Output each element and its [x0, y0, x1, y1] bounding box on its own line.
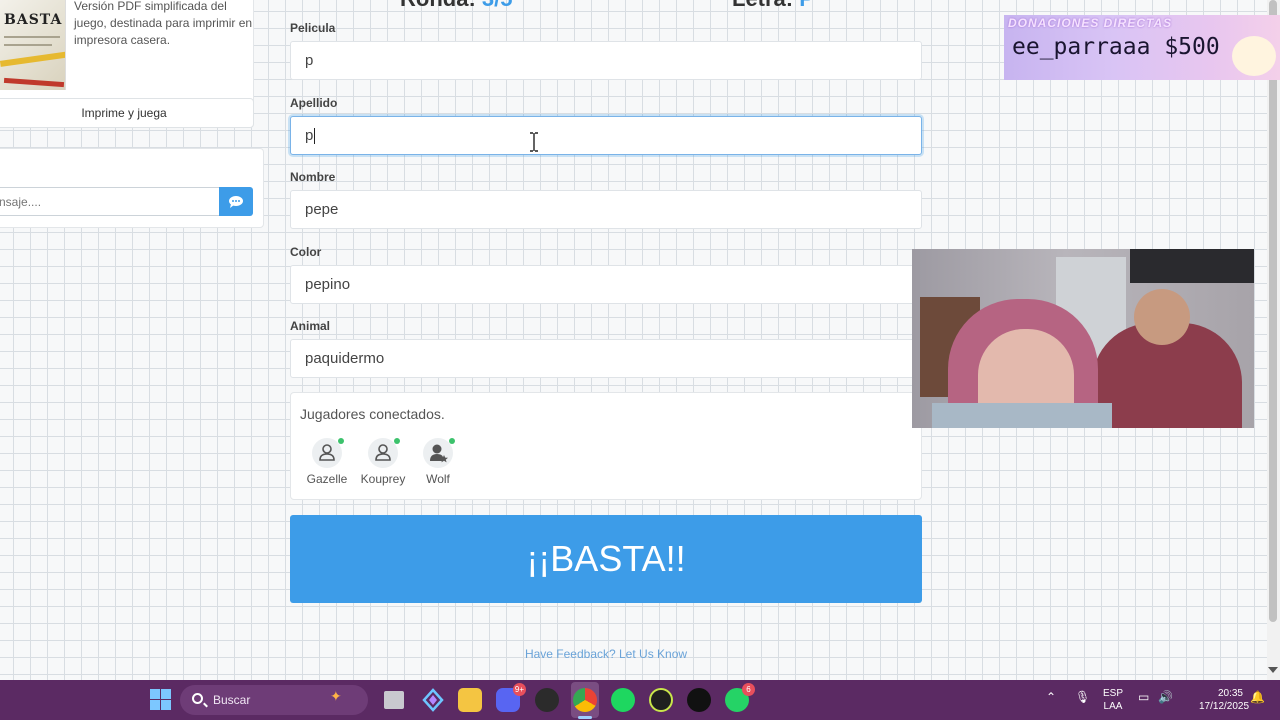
webcam-streamer-sweater	[932, 403, 1112, 428]
mascot-graphic	[1232, 36, 1276, 76]
xbox-icon[interactable]	[649, 688, 673, 712]
donation-title: DONACIONES DIRECTAS	[1008, 16, 1173, 30]
chat-bubble-icon	[229, 196, 243, 208]
task-view-icon[interactable]	[384, 691, 404, 709]
letter-value: P	[799, 0, 814, 11]
capcut-icon[interactable]	[687, 688, 711, 712]
player-kouprey: Kouprey	[358, 438, 408, 486]
active-app-indicator	[578, 716, 592, 719]
system-clock[interactable]: 20:35 17/12/2025	[1199, 687, 1250, 713]
player-gazelle: Gazelle	[302, 438, 352, 486]
text-cursor-icon	[530, 132, 538, 152]
pencil-graphic	[3, 77, 65, 88]
online-indicator	[394, 438, 400, 444]
player-name: Gazelle	[306, 472, 348, 486]
webcam-person-head	[1134, 289, 1190, 345]
whatsapp-icon[interactable]: 6	[725, 683, 755, 712]
thumbnail-line	[4, 36, 60, 38]
online-indicator	[449, 438, 455, 444]
text-caret	[314, 128, 316, 145]
pelicula-input[interactable]: p	[290, 41, 922, 80]
round-label: Ronda:	[400, 0, 476, 11]
webcam-tv	[1130, 249, 1254, 283]
chevron-up-icon[interactable]: ⌃	[1046, 690, 1056, 704]
chrome-icon[interactable]	[573, 688, 597, 712]
file-explorer-icon[interactable]	[458, 688, 482, 712]
network-icon[interactable]: ▭	[1138, 690, 1149, 704]
thumbnail-line	[4, 44, 52, 46]
chat-message-input[interactable]	[0, 187, 220, 216]
app-diamond-icon[interactable]	[421, 688, 445, 712]
field-label-apellido: Apellido	[290, 96, 338, 110]
avatar	[312, 438, 344, 468]
pdf-thumbnail: BASTA	[0, 0, 66, 90]
round-indicator: Ronda: 3/5	[400, 0, 512, 12]
search-highlight-icon: ✦	[330, 688, 342, 704]
scrollbar-thumb[interactable]	[1269, 0, 1277, 622]
player-name: Kouprey	[360, 472, 406, 486]
spotify-icon[interactable]	[611, 688, 635, 712]
player-name: Wolf	[426, 472, 450, 486]
avatar	[368, 438, 400, 468]
letter-label: Letra:	[732, 0, 793, 11]
windows-start-icon[interactable]	[150, 689, 171, 710]
color-input[interactable]: pepino	[290, 265, 922, 304]
nombre-input[interactable]: pepe	[290, 190, 922, 229]
notification-bell-icon[interactable]: 🔔	[1250, 690, 1265, 704]
discord-badge: 9+	[512, 683, 526, 696]
microphone-icon[interactable]: 🎙	[1075, 690, 1090, 704]
chat-send-button[interactable]	[219, 187, 253, 216]
whatsapp-badge: 6	[742, 683, 755, 696]
clock-time: 20:35	[1217, 688, 1243, 699]
field-label-pelicula: Pelicula	[290, 21, 336, 35]
taskbar-search-label: Buscar	[213, 693, 251, 707]
print-and-play-button[interactable]: Imprime y juega	[0, 98, 254, 128]
player-wolf: Wolf	[413, 438, 463, 486]
volume-icon[interactable]: 🔊	[1158, 690, 1173, 704]
thumbnail-title: BASTA	[4, 12, 63, 28]
field-label-animal: Animal	[290, 319, 331, 333]
round-value: 3/5	[482, 0, 513, 11]
animal-input[interactable]: paquidermo	[290, 339, 922, 378]
avatar	[423, 438, 455, 468]
feedback-link[interactable]: Have Feedback? Let Us Know	[290, 647, 922, 661]
scroll-down-arrow-icon[interactable]	[1268, 667, 1278, 673]
search-icon	[192, 693, 203, 704]
pencil-graphic	[0, 51, 65, 67]
discord-icon[interactable]: 9+	[496, 683, 526, 712]
field-label-nombre: Nombre	[290, 170, 336, 184]
apellido-value: p	[305, 127, 314, 144]
apellido-input[interactable]: p	[290, 116, 922, 155]
donation-text: ee_parraaa $500	[1012, 34, 1220, 60]
clock-date: 17/12/2025	[1199, 701, 1250, 712]
language-code: ESP	[1103, 688, 1124, 699]
field-label-color: Color	[290, 245, 322, 259]
keyboard-layout: LAA	[1103, 701, 1123, 712]
online-indicator	[338, 438, 344, 444]
connected-players-title: Jugadores conectados.	[300, 406, 445, 422]
basta-button[interactable]: ¡¡BASTA!!	[290, 515, 922, 603]
webcam-overlay	[912, 249, 1254, 428]
pdf-description: Versión PDF simplificada del juego, dest…	[74, 0, 253, 47]
obs-icon[interactable]	[535, 688, 559, 712]
language-indicator[interactable]: ESP LAA	[1103, 687, 1123, 713]
letter-indicator: Letra: P	[732, 0, 814, 12]
